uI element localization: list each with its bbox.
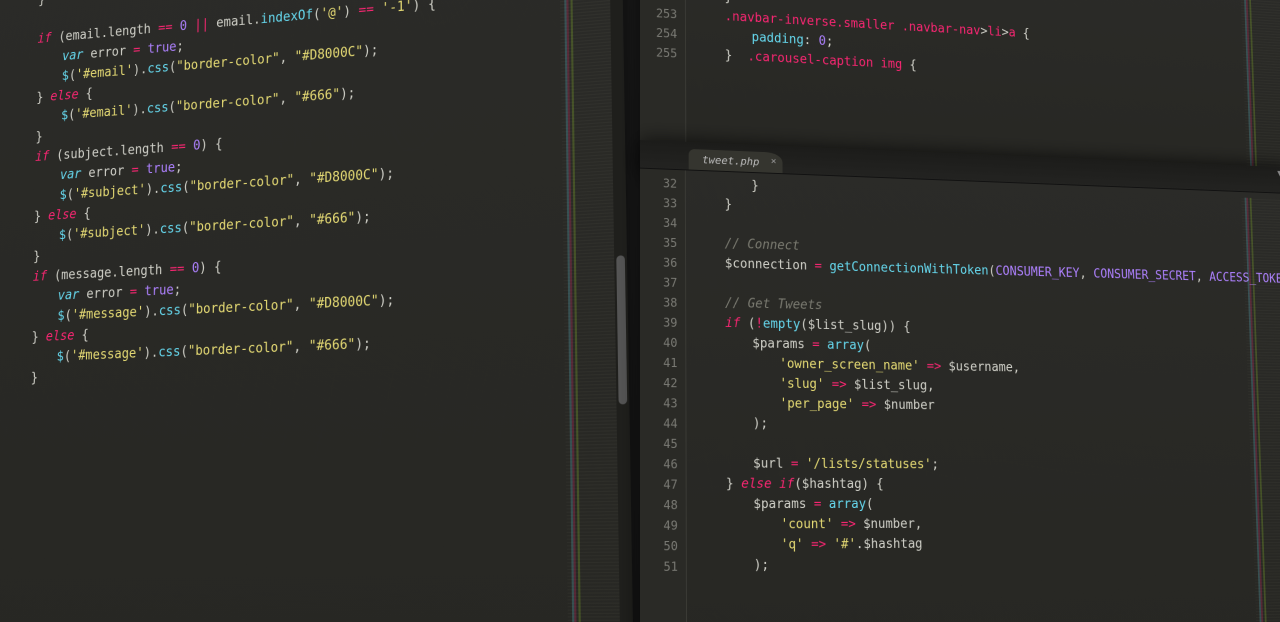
line-number: 46 — [640, 454, 686, 475]
left-editor[interactable]: 2322332342352362372382392402412422432442… — [0, 0, 634, 622]
line-number: 51 — [640, 556, 686, 577]
line-number: 254 — [640, 22, 685, 44]
line-number: 45 — [640, 433, 686, 454]
bottom-right-code[interactable]: }}// Connect$connection = getConnectionW… — [686, 170, 1280, 622]
close-icon[interactable]: × — [771, 156, 777, 167]
line-number: 39 — [640, 312, 685, 333]
left-code[interactable]: }if (email.length == 0 || email.indexOf(… — [0, 0, 634, 622]
line-number: 49 — [640, 515, 686, 536]
line-number: 43 — [640, 393, 685, 414]
editor-stage: Lorem ipsum dolor sit amet, consectetur.… — [0, 0, 1280, 622]
line-number: 47 — [640, 474, 686, 495]
tab-tweet-php[interactable]: tweet.php × — [689, 149, 783, 173]
line-number: 34 — [640, 212, 685, 233]
line-number: 33 — [640, 192, 685, 213]
line-number: 50 — [640, 536, 686, 557]
line-number: 38 — [640, 292, 685, 313]
line-number: 42 — [640, 373, 685, 394]
left-editor-pane[interactable]: custom.js × 2322332342352362372382392402… — [0, 0, 634, 622]
code-line[interactable]: $url = '/lists/statuses'; — [698, 454, 1280, 476]
line-number: 41 — [640, 352, 685, 373]
code-line[interactable]: $params = array( — [699, 495, 1280, 515]
line-number: 37 — [640, 272, 685, 293]
line-number: 255 — [640, 42, 685, 64]
bottom-right-editor-pane[interactable]: ◀▶ tweet.php × 3233343536373839404142434… — [640, 140, 1280, 622]
code-line[interactable]: } else if($hashtag) { — [698, 475, 1280, 496]
code-line[interactable]: ); — [699, 552, 1280, 577]
bottom-right-editor[interactable]: 3233343536373839404142434445464748495051… — [640, 169, 1280, 622]
line-number: 44 — [640, 413, 686, 434]
line-number: 32 — [640, 173, 685, 194]
line-number: 40 — [640, 332, 685, 353]
tab-label: tweet.php — [702, 153, 759, 168]
line-number: 48 — [640, 495, 686, 516]
line-number: 35 — [640, 232, 685, 253]
bottom-right-gutter: 3233343536373839404142434445464748495051 — [640, 169, 687, 622]
line-number: 253 — [640, 3, 685, 25]
line-number: 36 — [640, 252, 685, 273]
code-line[interactable]: 'count' => $number, — [699, 514, 1280, 536]
